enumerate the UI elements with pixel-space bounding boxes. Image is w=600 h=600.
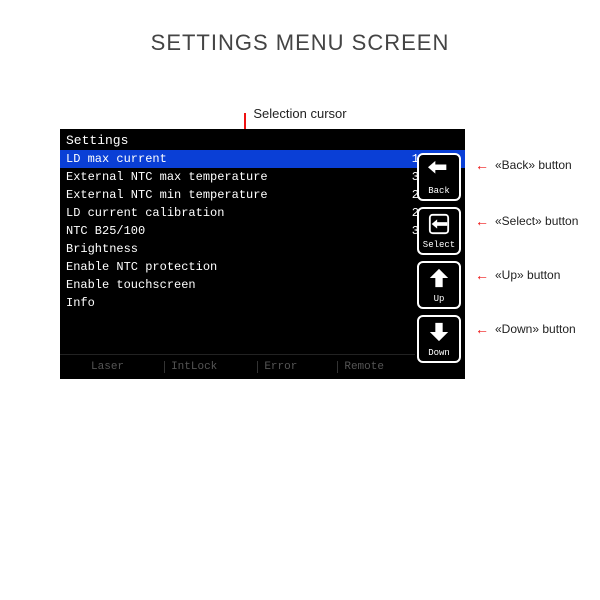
status-item: Remote <box>337 361 390 373</box>
screen-title: Settings <box>60 129 465 150</box>
menu-item[interactable]: External NTC min temperature20.0°C <box>60 186 465 204</box>
menu-item-label: LD max current <box>66 151 167 167</box>
status-item: IntLock <box>164 361 223 373</box>
up-button[interactable]: Up <box>417 261 461 309</box>
annotation-back: ← «Back» button <box>475 157 572 173</box>
left-arrow-icon: ← <box>475 157 489 173</box>
up-button-label: Up <box>434 294 445 304</box>
select-button-label: Select <box>423 240 455 250</box>
status-bar: Laser IntLock Error Remote <box>60 354 415 375</box>
left-arrow-icon: ← <box>475 321 489 337</box>
menu-item-label: External NTC min temperature <box>66 187 268 203</box>
up-arrow-icon <box>428 267 450 293</box>
left-arrow-icon: ← <box>475 267 489 283</box>
back-arrow-icon <box>428 159 450 185</box>
menu-item[interactable]: LD current calibration2.54 % <box>60 204 465 222</box>
down-arrow-icon <box>428 321 450 347</box>
menu-item[interactable]: External NTC max temperature30.0°C <box>60 168 465 186</box>
menu-item[interactable]: Info <box>60 294 465 312</box>
menu-item-label: External NTC max temperature <box>66 169 268 185</box>
annotation-up: ← «Up» button <box>475 267 560 283</box>
menu-item-label: NTC B25/100 <box>66 223 145 239</box>
status-item: Error <box>257 361 303 373</box>
menu-item[interactable]: NTC B25/1003988 K <box>60 222 465 240</box>
settings-menu: LD max current15.0 AExternal NTC max tem… <box>60 150 465 312</box>
page-title: SETTINGS MENU SCREEN <box>0 0 600 56</box>
left-arrow-icon: ← <box>475 213 489 229</box>
device-screen: Settings LD max current15.0 AExternal NT… <box>60 129 465 379</box>
menu-item-label: Enable NTC protection <box>66 259 217 275</box>
back-button[interactable]: Back <box>417 153 461 201</box>
menu-item-label: Brightness <box>66 241 138 257</box>
annotation-select: ← «Select» button <box>475 213 578 229</box>
menu-item[interactable]: Enable touchscreenYes <box>60 276 465 294</box>
down-button[interactable]: Down <box>417 315 461 363</box>
down-button-label: Down <box>428 348 450 358</box>
status-item: Laser <box>85 361 130 373</box>
menu-item[interactable]: Enable NTC protectionYes <box>60 258 465 276</box>
menu-item[interactable]: LD max current15.0 A <box>60 150 465 168</box>
menu-item-label: LD current calibration <box>66 205 224 221</box>
menu-item-label: Info <box>66 295 95 311</box>
cursor-caption: Selection cursor <box>0 106 600 121</box>
menu-item[interactable]: Brightness100 % <box>60 240 465 258</box>
select-button[interactable]: Select <box>417 207 461 255</box>
annotation-down: ← «Down» button <box>475 321 576 337</box>
control-button-column: Back Select Up Down <box>417 153 463 363</box>
menu-item-label: Enable touchscreen <box>66 277 196 293</box>
select-icon <box>428 213 450 239</box>
back-button-label: Back <box>428 186 450 196</box>
